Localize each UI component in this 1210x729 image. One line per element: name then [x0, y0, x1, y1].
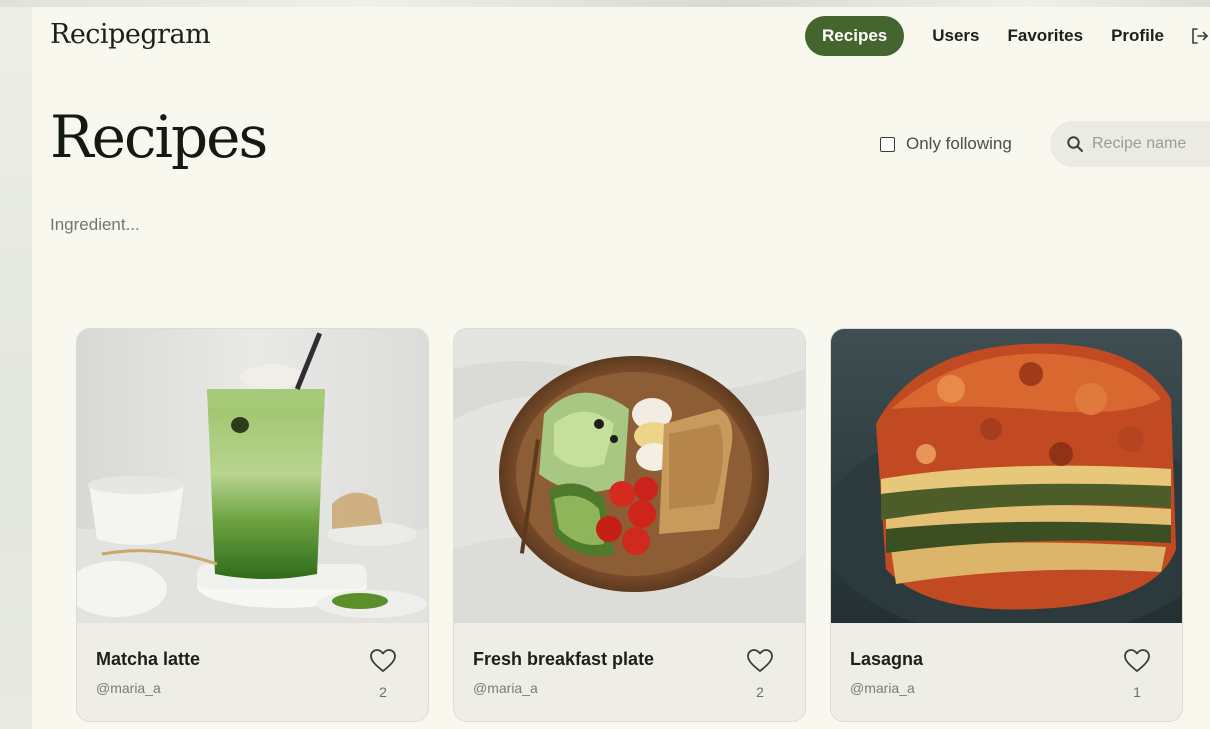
recipe-title[interactable]: Matcha latte	[96, 649, 200, 670]
logout-icon	[1192, 28, 1208, 44]
only-following-checkbox[interactable]	[880, 136, 895, 152]
nav-favorites[interactable]: Favorites	[1008, 26, 1084, 46]
recipe-image-lasagna[interactable]	[831, 329, 1182, 623]
window-backdrop-left	[0, 0, 32, 729]
recipe-image-fresh-breakfast-plate[interactable]	[454, 329, 805, 623]
recipe-title[interactable]: Fresh breakfast plate	[473, 649, 654, 670]
window-backdrop-top	[0, 0, 1210, 7]
recipe-card[interactable]: Fresh breakfast plate @maria_a 2	[453, 328, 806, 722]
brand-logo[interactable]: Recipegram	[50, 19, 211, 50]
logout-button[interactable]	[1188, 25, 1210, 47]
recipe-card[interactable]: Lasagna @maria_a 1	[830, 328, 1183, 722]
recipe-author[interactable]: @maria_a	[473, 680, 538, 696]
like-button[interactable]: 2	[368, 648, 398, 700]
recipe-author[interactable]: @maria_a	[850, 680, 915, 696]
recipe-name-input[interactable]	[1092, 135, 1202, 153]
search-icon	[1067, 136, 1083, 152]
recipe-image-matcha-latte[interactable]	[77, 329, 428, 623]
recipe-title[interactable]: Lasagna	[850, 649, 923, 670]
page-title: Recipes	[50, 103, 268, 171]
recipe-search[interactable]	[1050, 121, 1210, 167]
nav-recipes[interactable]: Recipes	[805, 16, 905, 56]
heart-icon	[747, 649, 773, 672]
recipe-grid: Matcha latte @maria_a 2 Fresh breakfast …	[76, 328, 1207, 722]
only-following-label: Only following	[906, 134, 1012, 153]
nav-profile[interactable]: Profile	[1111, 26, 1164, 46]
ingredient-input[interactable]	[50, 215, 350, 235]
heart-icon	[370, 649, 396, 672]
only-following-toggle[interactable]: Only following	[880, 134, 1012, 154]
recipe-author[interactable]: @maria_a	[96, 680, 161, 696]
nav-users[interactable]: Users	[932, 26, 979, 46]
heart-icon	[1124, 649, 1150, 672]
like-button[interactable]: 1	[1122, 648, 1152, 700]
like-count: 2	[756, 684, 764, 700]
like-count: 2	[379, 684, 387, 700]
like-button[interactable]: 2	[745, 648, 775, 700]
like-count: 1	[1133, 684, 1141, 700]
recipe-card[interactable]: Matcha latte @maria_a 2	[76, 328, 429, 722]
main-nav: Recipes Users Favorites Profile	[805, 16, 1210, 56]
app-window: Recipegram Recipes Users Favorites Profi…	[32, 7, 1210, 729]
